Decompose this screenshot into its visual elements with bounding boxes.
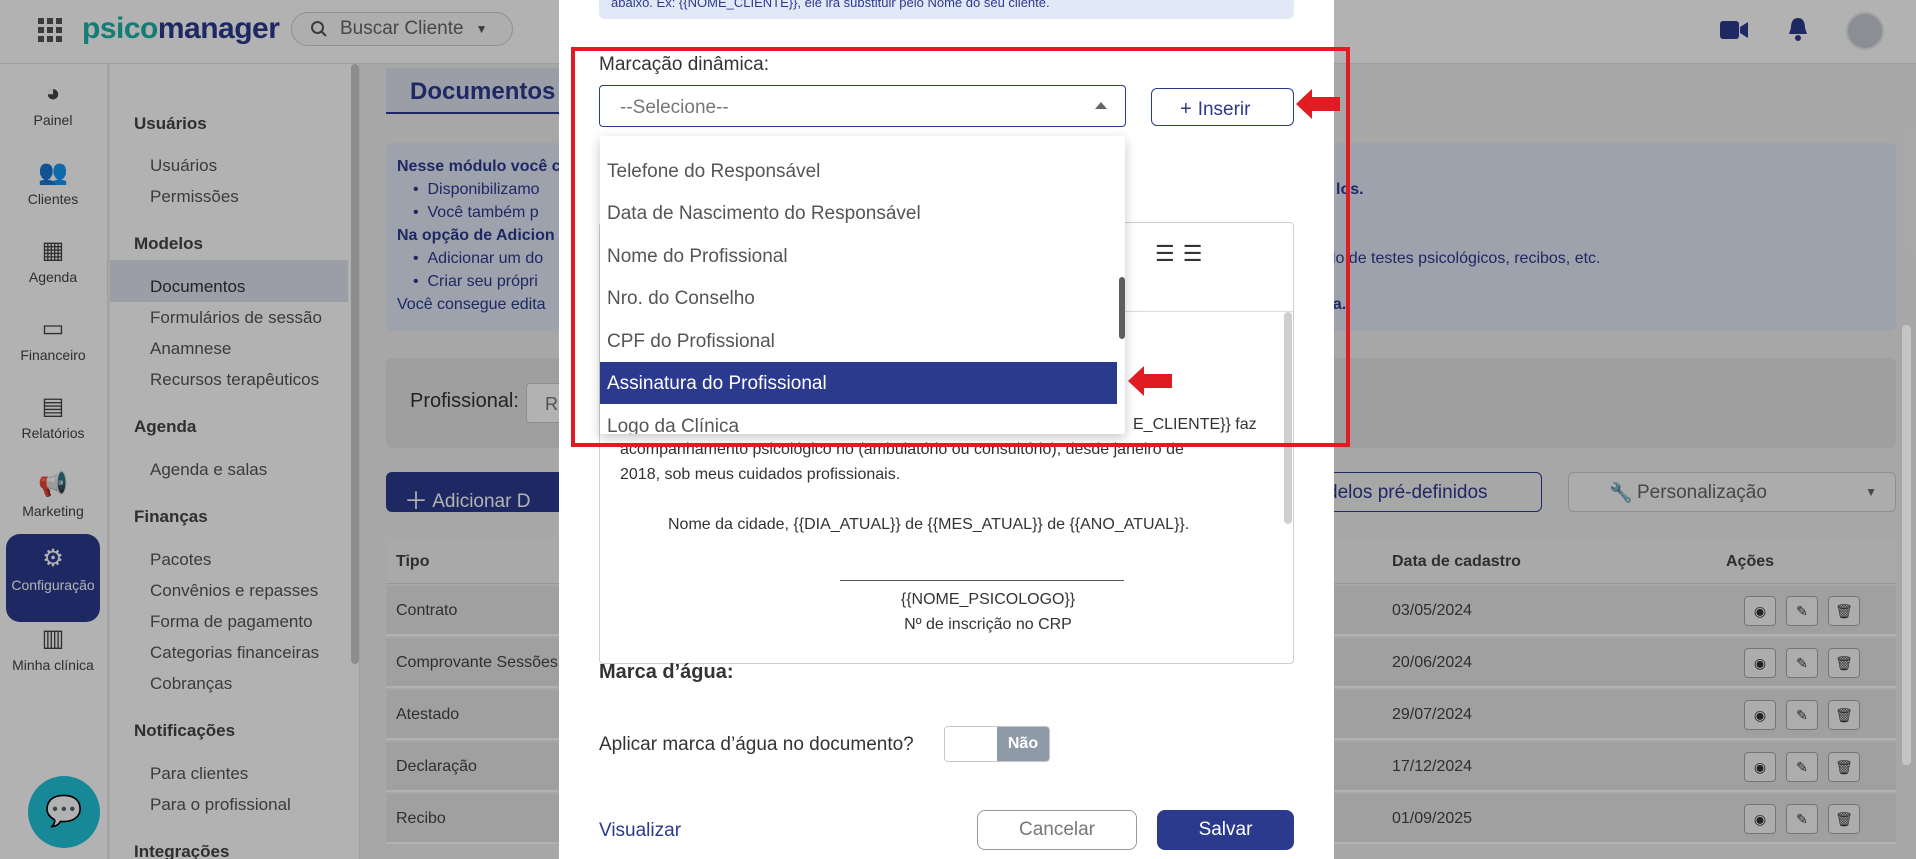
- editor-text: Nº de inscrição no CRP: [904, 616, 1072, 633]
- signature-line: [840, 580, 1124, 581]
- editor-text: Nome da cidade, {{DIA_ATUAL}} de {{MES_A…: [668, 516, 1190, 533]
- editor-text: 2018, sob meus cuidados profissionais.: [620, 466, 901, 483]
- watermark-toggle[interactable]: Não: [944, 726, 1050, 762]
- page-scrollbar[interactable]: [1902, 325, 1911, 765]
- hint-text: abaixo. Ex: {{NOME_CLIENTE}}, ele irá su…: [599, 0, 1294, 19]
- watermark-question: Aplicar marca d’água no documento?: [599, 734, 914, 755]
- editor-text: {{NOME_PSICOLOGO}}: [900, 591, 1076, 608]
- annotation-arrow-icon: [1296, 89, 1340, 119]
- annotation-arrow-icon: [1128, 366, 1172, 396]
- watermark-toggle-state: Não: [997, 727, 1049, 761]
- annotation-highlight-box: [571, 47, 1350, 447]
- save-button[interactable]: Salvar: [1157, 810, 1294, 850]
- preview-link[interactable]: Visualizar: [599, 820, 681, 842]
- watermark-title: Marca d’água:: [599, 661, 734, 683]
- cancel-button[interactable]: Cancelar: [977, 810, 1137, 850]
